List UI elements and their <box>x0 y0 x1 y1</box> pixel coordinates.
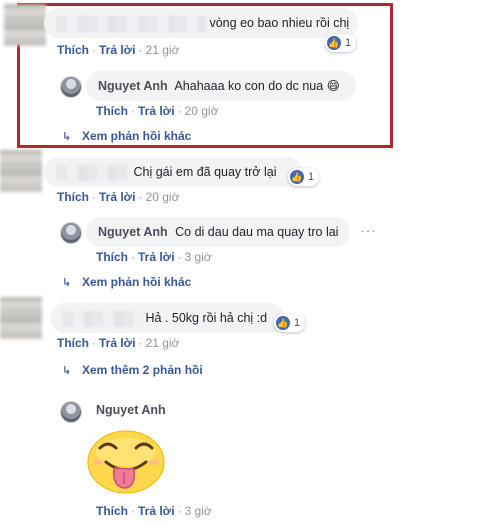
comment-text: Hả . 50kg rồi hả chị :d <box>145 311 268 325</box>
reply-actions: Thích · Trả lời · 3 giờ <box>96 504 212 518</box>
timestamp[interactable]: 3 giờ <box>185 250 212 264</box>
more-replies-link[interactable]: ↳ Xem thêm 2 phản hồi <box>62 363 203 377</box>
reply-link[interactable]: Trả lời <box>99 336 136 350</box>
like-icon: 👍 <box>276 316 290 331</box>
more-replies-link[interactable]: ↳ Xem phản hồi khác <box>62 275 191 289</box>
reaction-count: 1 <box>294 317 301 329</box>
reply-bubble: Nguyet Anh Co di dau dau ma quay tro lai <box>86 217 350 247</box>
reply-avatar[interactable] <box>60 222 82 244</box>
tongue-out-face-sticker <box>87 430 165 494</box>
comment-actions: Thích · Trả lời · 21 giờ <box>57 43 180 57</box>
more-replies-link[interactable]: ↳ Xem phản hồi khác <box>62 129 191 143</box>
reply-author[interactable]: Nguyet Anh <box>98 225 168 239</box>
reply-arrow-icon: ↳ <box>62 365 72 377</box>
avatar[interactable] <box>4 4 46 46</box>
comment-actions: Thích · Trả lời · 21 giờ <box>57 336 180 350</box>
like-icon: 👍 <box>290 170 304 185</box>
timestamp[interactable]: 21 giờ <box>146 336 180 350</box>
avatar[interactable] <box>0 150 42 192</box>
like-link[interactable]: Thích <box>96 104 128 118</box>
reaction-count: 1 <box>308 171 315 183</box>
comment-actions: Thích · Trả lời · 20 giờ <box>57 190 180 204</box>
author-name-blurred[interactable] <box>56 15 206 32</box>
like-link[interactable]: Thích <box>96 250 128 264</box>
reply-link[interactable]: Trả lời <box>99 190 136 204</box>
timestamp[interactable]: 20 giờ <box>185 104 219 118</box>
reaction-count: 1 <box>345 37 352 49</box>
reply-arrow-icon: ↳ <box>62 131 72 143</box>
reply-author[interactable]: Nguyet Anh <box>98 79 168 93</box>
reply-avatar[interactable] <box>60 401 82 423</box>
reply-actions: Thích · Trả lời · 3 giờ <box>96 250 212 264</box>
reply-link[interactable]: Trả lời <box>138 104 175 118</box>
laughing-emoji: 😄 <box>326 79 340 93</box>
reaction-badge[interactable]: 👍 1 <box>325 34 357 52</box>
author-name-blurred[interactable] <box>62 310 142 327</box>
comment-bubble: Chị gái em đã quay trở lại <box>44 157 302 187</box>
more-options-icon[interactable]: ··· <box>360 222 377 238</box>
like-link[interactable]: Thích <box>57 190 89 204</box>
avatar[interactable] <box>0 297 42 339</box>
reply-text: Ahahaaa ko con do dc nua <box>174 79 324 93</box>
reply-bubble: Nguyet Anh Ahahaaa ko con do dc nua 😄 <box>86 71 356 101</box>
reply-author[interactable]: Nguyet Anh <box>96 403 166 417</box>
reply-link[interactable]: Trả lời <box>138 250 175 264</box>
comment-text: vòng eo bao nhieu rồi chị <box>209 16 350 30</box>
comment-bubble: Hả . 50kg rồi hả chị :d <box>50 303 284 333</box>
comment-bubble: vòng eo bao nhieu rồi chị <box>44 8 358 38</box>
reply-text: Co di dau dau ma quay tro lai <box>175 225 339 239</box>
like-link[interactable]: Thích <box>96 504 128 518</box>
timestamp[interactable]: 20 giờ <box>146 190 180 204</box>
reaction-badge[interactable]: 👍 1 <box>274 314 306 332</box>
comment-text: Chị gái em đã quay trở lại <box>133 165 277 179</box>
like-icon: 👍 <box>327 36 341 51</box>
like-link[interactable]: Thích <box>57 43 89 57</box>
like-link[interactable]: Thích <box>57 336 89 350</box>
author-name-blurred[interactable] <box>56 164 130 181</box>
reply-link[interactable]: Trả lời <box>99 43 136 57</box>
reply-actions: Thích · Trả lời · 20 giờ <box>96 104 219 118</box>
timestamp[interactable]: 21 giờ <box>146 43 180 57</box>
reaction-badge[interactable]: 👍 1 <box>288 168 320 186</box>
reply-link[interactable]: Trả lời <box>138 504 175 518</box>
reply-avatar[interactable] <box>60 76 82 98</box>
reply-arrow-icon: ↳ <box>62 277 72 289</box>
timestamp[interactable]: 3 giờ <box>185 504 212 518</box>
